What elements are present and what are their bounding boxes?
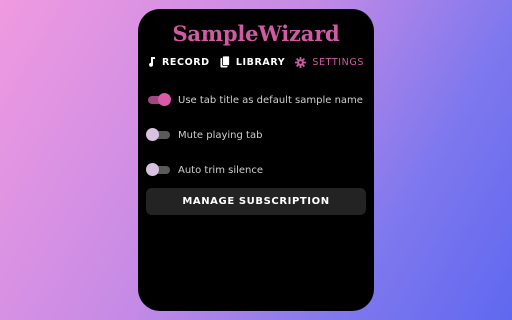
gear-icon <box>295 56 307 68</box>
option-label: Auto trim silence <box>178 164 264 176</box>
app-title: SampleWizard <box>172 21 340 46</box>
toggle-use-tab-title[interactable] <box>146 93 171 107</box>
option-mute-playing-tab: Mute playing tab <box>146 128 262 142</box>
toggle-knob <box>158 93 171 106</box>
manage-subscription-button[interactable]: MANAGE SUBSCRIPTION <box>146 188 366 215</box>
option-label: Use tab title as default sample name <box>178 94 363 106</box>
tab-settings[interactable]: SETTINGS <box>295 56 364 68</box>
option-label: Mute playing tab <box>178 129 263 141</box>
toggle-mute-playing-tab[interactable] <box>146 128 170 142</box>
toggle-knob <box>146 128 159 141</box>
tab-library[interactable]: LIBRARY <box>220 56 285 68</box>
tab-library-label: LIBRARY <box>235 56 286 68</box>
tab-settings-label: SETTINGS <box>312 56 364 68</box>
toggle-knob <box>146 163 159 176</box>
tab-record-label: RECORD <box>162 56 210 68</box>
option-auto-trim-silence: Auto trim silence <box>146 163 263 177</box>
extension-popup: SampleWizard RECORD LIBRARY SETTINGS Use… <box>138 9 374 311</box>
tab-bar: RECORD LIBRARY SETTINGS <box>148 54 364 70</box>
music-note-icon <box>148 57 156 67</box>
tab-record[interactable]: RECORD <box>148 57 210 68</box>
toggle-auto-trim-silence[interactable] <box>146 163 170 177</box>
option-use-tab-title: Use tab title as default sample name <box>146 93 363 107</box>
clipboard-icon <box>220 56 230 68</box>
